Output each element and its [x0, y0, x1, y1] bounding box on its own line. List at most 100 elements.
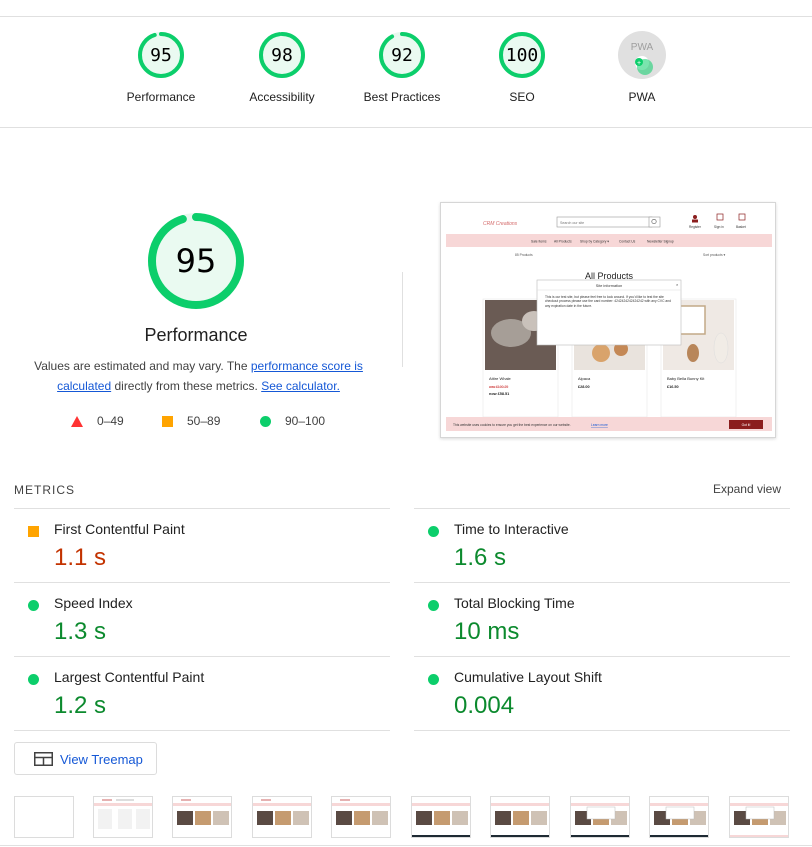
filmstrip-frame	[331, 796, 391, 838]
final-screenshot[interactable]: CRM Creations Search our site Register S…	[440, 202, 776, 438]
gauge-accessibility[interactable]: 98 Accessibility	[222, 30, 342, 104]
gauge-ring: 98	[259, 32, 305, 78]
see-calculator-link[interactable]: See calculator.	[261, 379, 340, 393]
view-treemap-button[interactable]: View Treemap	[14, 742, 157, 775]
legend-fail: 0–49	[71, 414, 124, 430]
metrics-heading: METRICS	[14, 483, 75, 497]
screenshot-page: CRM Creations Search our site Register S…	[446, 213, 772, 431]
metric-largest-contentful-paint[interactable]: Largest Contentful Paint 1.2 s	[14, 657, 390, 730]
metric-name: Total Blocking Time	[454, 595, 575, 611]
pass-circle-icon	[28, 674, 39, 685]
screenshot-nav-contact: Contact Us	[619, 240, 636, 244]
screenshot-cookie-text: This website uses cookies to ensure you …	[453, 423, 571, 427]
desc-text-2: directly from these metrics.	[111, 379, 262, 393]
category-gauges: 95 Performance 98 Accessibility 92 Best …	[0, 30, 812, 120]
performance-score: 95	[176, 242, 217, 280]
bottom-divider	[0, 845, 812, 846]
screenshot-search: Search our site	[560, 221, 584, 225]
filmstrip-frame	[649, 796, 709, 838]
metric-name: Speed Index	[54, 595, 133, 611]
metric-speed-index[interactable]: Speed Index 1.3 s	[14, 583, 390, 656]
top-divider	[0, 16, 812, 17]
pass-circle-icon	[260, 416, 271, 428]
screenshot-modal-text: This is our test site, but please feel f…	[545, 295, 671, 308]
filmstrip-frame	[411, 796, 471, 838]
gauge-pwa[interactable]: PWA + PWA	[582, 30, 702, 104]
pass-circle-icon	[428, 526, 439, 537]
gauge-score: 100	[506, 45, 539, 66]
gauge-score: 98	[271, 45, 293, 66]
metric-cumulative-layout-shift[interactable]: Cumulative Layout Shift 0.004	[414, 657, 790, 730]
gauge-label: Best Practices	[363, 90, 441, 104]
performance-description: Values are estimated and may vary. The p…	[26, 356, 371, 396]
screenshot-nav-all: All Products	[554, 240, 572, 244]
metric-first-contentful-paint[interactable]: First Contentful Paint 1.1 s	[14, 509, 390, 582]
screenshot-count: 85 Products	[515, 253, 533, 257]
header-divider	[0, 127, 812, 128]
metric-name: Largest Contentful Paint	[54, 669, 205, 685]
filmstrip-frame	[93, 796, 153, 838]
fail-triangle-icon	[71, 416, 83, 428]
legend-pass: 90–100	[260, 414, 325, 430]
metric-total-blocking-time[interactable]: Total Blocking Time 10 ms	[414, 583, 790, 656]
gauge-label: Accessibility	[249, 90, 315, 104]
metrics-divider	[14, 730, 390, 731]
filmstrip-frame	[490, 796, 550, 838]
metric-value: 1.3 s	[54, 618, 107, 645]
screenshot-heading: All Products	[585, 271, 634, 281]
gauge-ring: 95	[138, 32, 184, 78]
pwa-badge-text: PWA	[631, 42, 654, 53]
screenshot-price: £16.50	[667, 385, 679, 389]
filmstrip-frame	[14, 796, 74, 838]
screenshot-logo: CRM Creations	[483, 221, 518, 227]
metric-time-to-interactive[interactable]: Time to Interactive 1.6 s	[414, 509, 790, 582]
screenshot-modal-title: Site information	[596, 284, 622, 288]
metric-value: 1.2 s	[54, 692, 107, 719]
gauge-label: Performance	[126, 90, 196, 104]
metric-value: 1.6 s	[454, 544, 507, 571]
screenshot-price: £28.00	[578, 385, 590, 389]
filmstrip	[14, 796, 804, 838]
desc-text: Values are estimated and may vary. The	[34, 359, 251, 373]
gauge-ring: 100	[499, 32, 545, 78]
metric-name: First Contentful Paint	[54, 521, 185, 537]
average-square-icon	[162, 416, 173, 428]
view-treemap-label: View Treemap	[60, 752, 143, 767]
svg-text:+: +	[637, 60, 641, 67]
screenshot-old-price: was £100.29	[489, 385, 508, 389]
average-square-icon	[28, 526, 39, 537]
filmstrip-frame	[570, 796, 630, 838]
vertical-divider	[402, 272, 403, 367]
screenshot-price: now £58.51	[489, 392, 509, 396]
metric-value: 10 ms	[454, 618, 520, 645]
pass-circle-icon	[28, 600, 39, 611]
gauge-ring: 92	[379, 32, 425, 78]
gauge-score: 95	[150, 45, 172, 66]
screenshot-cookie-link: Learn more	[591, 423, 608, 427]
screenshot-register: Register	[689, 225, 702, 229]
screenshot-basket: Basket	[736, 225, 746, 229]
screenshot-product-name: Baby Bella Bunny Kit	[667, 376, 705, 381]
pass-circle-icon	[428, 600, 439, 611]
gauge-label: SEO	[509, 90, 535, 104]
legend-range: 0–49	[97, 414, 124, 428]
legend-average: 50–89	[162, 414, 220, 430]
screenshot-product-name: Alpaca	[578, 376, 591, 381]
gauge-performance[interactable]: 95 Performance	[101, 30, 221, 104]
pass-circle-icon	[428, 674, 439, 685]
gauge-seo[interactable]: 100 SEO	[462, 30, 582, 104]
screenshot-product-name: Attire Whale	[489, 376, 512, 381]
gauge-best-practices[interactable]: 92 Best Practices	[342, 30, 462, 104]
screenshot-sort: Sort products ▾	[703, 253, 726, 257]
metric-value: 1.1 s	[54, 544, 107, 571]
gauge-label: PWA	[628, 90, 656, 104]
screenshot-nav-sale: Sale Items	[531, 240, 547, 244]
expand-view-toggle[interactable]: Expand view	[713, 482, 781, 496]
metric-value: 0.004	[454, 692, 515, 719]
screenshot-nav-category: Shop by Category ▾	[580, 240, 609, 244]
legend-range: 90–100	[285, 414, 326, 428]
legend-range: 50–89	[187, 414, 221, 428]
metric-name: Time to Interactive	[454, 521, 569, 537]
filmstrip-frame	[252, 796, 312, 838]
performance-big-gauge: 95	[148, 213, 244, 309]
